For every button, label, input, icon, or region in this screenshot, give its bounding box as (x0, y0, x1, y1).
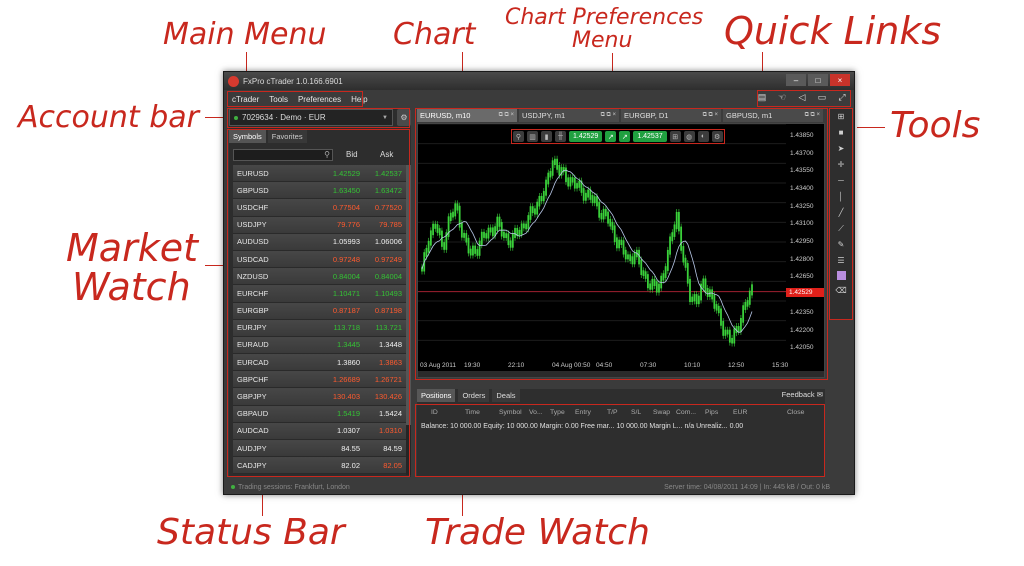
quick-links-highlight (757, 90, 851, 107)
callout-chart-prefs-1: Chart Preferences (505, 5, 704, 30)
tab-positions[interactable]: Positions (417, 389, 456, 402)
callout-status-bar: Status Bar (157, 512, 345, 553)
callout-trade-watch: Trade Watch (425, 512, 650, 553)
status-bar: Trading sessions: Frankfurt, London Serv… (224, 480, 856, 494)
tools-highlight (829, 108, 853, 320)
callout-chart-prefs-2: Menu (572, 28, 633, 53)
market-watch-highlight (227, 129, 410, 477)
title-bar: FxPro cTrader 1.0.166.6901 – □ × (224, 72, 854, 90)
speech-bubble-icon: ✉ (816, 390, 823, 399)
callout-market-watch-2: Watch (72, 265, 191, 309)
status-dot-icon (231, 485, 235, 489)
server-info: Server time: 04/08/2011 14:09 | In: 445 … (664, 483, 830, 491)
window-title: FxPro cTrader 1.0.166.6901 (243, 76, 343, 86)
maximize-button[interactable]: □ (808, 74, 828, 86)
ctrader-window: FxPro cTrader 1.0.166.6901 – □ × cTrader… (223, 71, 855, 495)
main-menu-highlight (227, 91, 363, 107)
callout-line (205, 265, 225, 266)
feedback-label: Feedback (781, 390, 815, 399)
minimize-button[interactable]: – (786, 74, 806, 86)
trade-watch-highlight (415, 404, 825, 477)
close-button[interactable]: × (830, 74, 850, 86)
callout-tools: Tools (890, 105, 981, 146)
feedback-button[interactable]: Feedback ✉ (782, 390, 823, 399)
app-logo-icon (228, 75, 239, 87)
callout-line (262, 494, 263, 516)
tab-deals[interactable]: Deals (492, 389, 520, 402)
trading-sessions: Trading sessions: Frankfurt, London (238, 483, 350, 491)
callout-account-bar: Account bar (18, 100, 199, 135)
callout-quick-links: Quick Links (724, 9, 942, 53)
callout-market-watch-1: Market (66, 226, 198, 270)
account-bar-highlight (227, 108, 410, 128)
callout-chart: Chart (393, 17, 476, 52)
callout-main-menu: Main Menu (163, 17, 327, 52)
callout-line (205, 117, 225, 118)
tab-orders[interactable]: Orders (458, 389, 490, 402)
callout-line (857, 127, 885, 128)
chart-highlight (415, 108, 828, 380)
